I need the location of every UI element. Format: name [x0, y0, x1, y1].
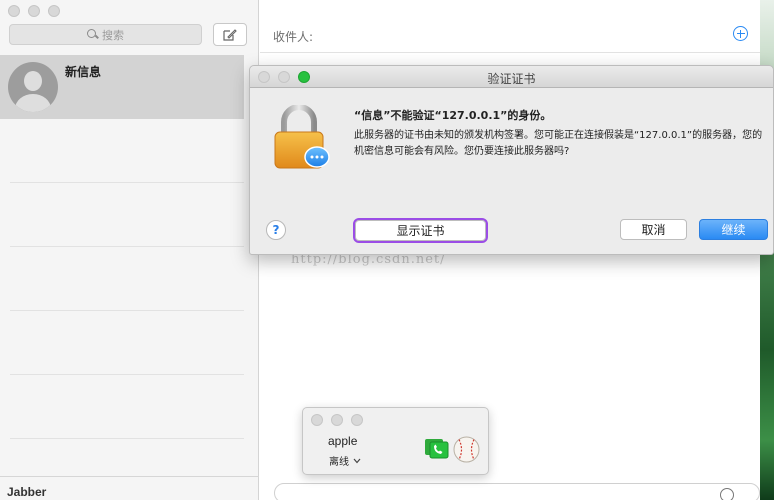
divider [10, 374, 244, 375]
divider [10, 246, 244, 247]
close-window-button[interactable] [8, 5, 20, 17]
show-certificate-button[interactable]: 显示证书 [353, 218, 488, 243]
window-controls [8, 5, 60, 17]
divider [10, 182, 244, 183]
baseball-icon [453, 436, 480, 463]
cancel-button[interactable]: 取消 [620, 219, 687, 240]
zoom-window-button[interactable] [48, 5, 60, 17]
buddy-status-menu[interactable]: 离线 [329, 453, 361, 468]
compose-icon [223, 29, 237, 41]
account-label: Jabber [7, 485, 47, 499]
divider [0, 476, 259, 477]
buddy-close-button[interactable] [311, 414, 323, 426]
conversation-name: 新信息 [65, 65, 102, 79]
sidebar: 搜索 新信息 Jabber [0, 0, 259, 500]
buddy-zoom-button[interactable] [351, 414, 363, 426]
buddy-name: apple [328, 434, 358, 448]
chevron-down-icon [353, 458, 361, 463]
conversation-item-new-message[interactable]: 新信息 [0, 55, 244, 119]
phone-icon[interactable] [425, 437, 449, 459]
emoji-icon[interactable] [720, 488, 734, 500]
search-placeholder: 搜索 [102, 28, 124, 42]
minimize-window-button[interactable] [28, 5, 40, 17]
avatar [8, 62, 58, 112]
search-field[interactable]: 搜索 [9, 24, 202, 45]
divider [10, 310, 244, 311]
dialog-heading: “信息”不能验证“127.0.0.1”的身份。 [354, 109, 552, 122]
dialog-message: 此服务器的证书由未知的颁发机构签署。您可能正在连接假装是“127.0.0.1”的… [354, 130, 763, 157]
buddy-minimize-button[interactable] [331, 414, 343, 426]
help-icon[interactable]: ? [266, 220, 286, 240]
recipient-label: 收件人: [273, 30, 314, 44]
search-icon [87, 29, 98, 40]
add-recipient-icon[interactable] [733, 26, 748, 41]
compose-button[interactable] [213, 23, 247, 46]
dialog-title: 验证证书 [487, 72, 536, 86]
buddy-window: apple 离线 [302, 407, 489, 475]
verify-certificate-dialog: 验证证书 “信息”不能验证“127.0.0.1”的身份。 此服务器的证书由未知的… [249, 65, 774, 255]
divider [260, 52, 760, 53]
continue-button[interactable]: 继续 [699, 219, 768, 240]
divider [10, 438, 244, 439]
buddy-status-label: 离线 [329, 457, 349, 468]
message-input[interactable] [274, 483, 760, 500]
buddy-window-controls [311, 414, 363, 426]
lock-icon [274, 105, 330, 169]
